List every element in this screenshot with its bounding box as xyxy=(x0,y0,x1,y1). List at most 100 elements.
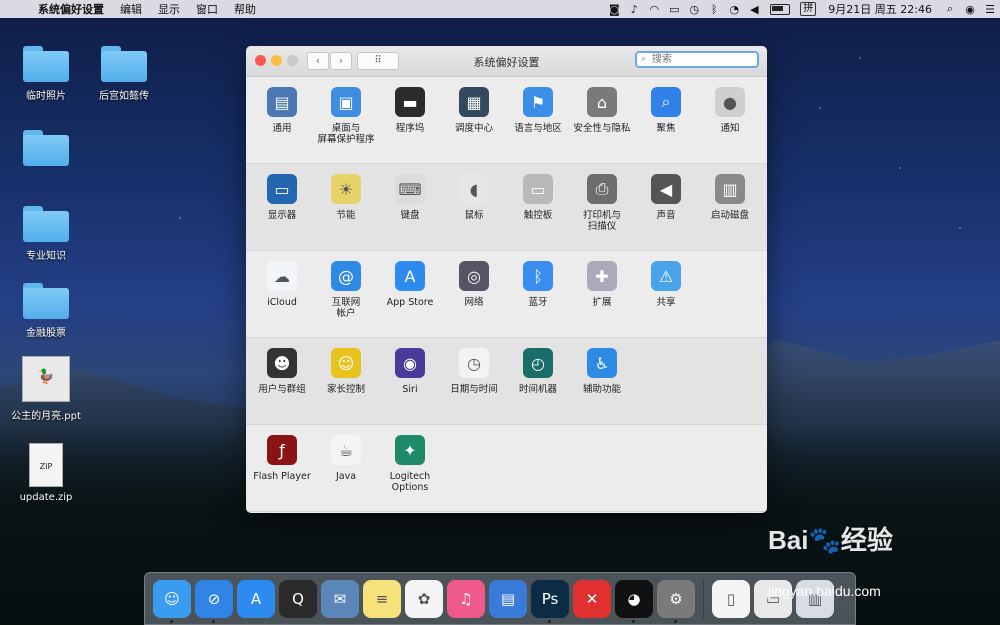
desktop-item[interactable]: ZIP update.zip xyxy=(6,443,86,503)
pref-pane-logitech-options[interactable]: ✦ Logitech Options xyxy=(378,425,442,511)
pref-pane-date-time[interactable]: ◷ 日期与时间 xyxy=(442,338,506,424)
search-field[interactable]: ⌕ xyxy=(635,51,759,68)
pref-pane-accessibility[interactable]: ♿ 辅助功能 xyxy=(570,338,634,424)
pref-pane-sharing[interactable]: ⚠ 共享 xyxy=(634,251,698,337)
airdrop-icon[interactable]: ◠ xyxy=(644,3,664,16)
pref-pane-notifications[interactable]: ● 通知 xyxy=(698,77,762,163)
pref-pane-spotlight[interactable]: ⌕ 聚焦 xyxy=(634,77,698,163)
notes-icon[interactable]: ≡ xyxy=(363,579,401,618)
notifications-icon: ● xyxy=(715,87,745,117)
desktop-item[interactable]: 金融股票 xyxy=(6,283,86,339)
wifi-icon[interactable]: ◔ xyxy=(724,3,744,16)
pref-pane-sound[interactable]: ◀ 声音 xyxy=(634,164,698,250)
trackpad-icon: ▭ xyxy=(523,174,553,204)
safari-icon[interactable]: ⊘ xyxy=(195,579,233,623)
pref-pane-bluetooth[interactable]: ᛒ 蓝牙 xyxy=(506,251,570,337)
menu-item[interactable]: 帮助 xyxy=(226,1,264,17)
pref-pane-icloud[interactable]: ☁ iCloud xyxy=(250,251,314,337)
menu-bar-clock[interactable]: 9月21日 周五 22:46 xyxy=(820,1,940,17)
keynote-icon[interactable]: ▤ xyxy=(489,579,527,618)
document-icon[interactable]: ▯ xyxy=(712,579,750,618)
desktop-item[interactable]: 临时照片 xyxy=(6,46,86,102)
menu-item[interactable]: 窗口 xyxy=(188,1,226,17)
desktop-item[interactable]: 公主的月亮.ppt xyxy=(6,356,86,422)
display-icon[interactable]: ▭ xyxy=(664,3,684,16)
minimize-button[interactable] xyxy=(271,55,282,66)
pref-pane-mouse[interactable]: ◖ 鼠标 xyxy=(442,164,506,250)
desktop-item-label: 后宫如懿传 xyxy=(99,91,149,102)
java-icon: ☕ xyxy=(331,435,361,465)
menu-item[interactable]: 系统偏好设置 xyxy=(30,1,112,17)
desktop-item[interactable] xyxy=(6,130,86,171)
watermark-brand: Bai🐾经验 xyxy=(768,525,893,555)
pref-pane-language[interactable]: ⚑ 语言与地区 xyxy=(506,77,570,163)
date-time-icon: ◷ xyxy=(459,348,489,378)
pref-pane-label: 日期与时间 xyxy=(450,384,498,395)
pref-pane-network[interactable]: ◎ 网络 xyxy=(442,251,506,337)
close-button[interactable] xyxy=(255,55,266,66)
system-preferences-icon[interactable]: ⚙ xyxy=(657,579,695,623)
notification-center-icon[interactable]: ☰ xyxy=(980,3,1000,16)
volume-icon[interactable]: ◀ xyxy=(744,3,764,16)
input-method-indicator[interactable]: 拼 xyxy=(800,2,817,16)
menu-items: 系统偏好设置 编辑 显示 窗口 帮助 xyxy=(30,1,264,17)
pref-pane-label: 共享 xyxy=(656,297,676,308)
menu-item[interactable]: 编辑 xyxy=(112,1,150,17)
pref-pane-dock[interactable]: ▬ 程序坞 xyxy=(378,77,442,163)
pref-pane-internet-accounts[interactable]: @ 互联网 帐户 xyxy=(314,251,378,337)
zoom-button[interactable] xyxy=(287,55,298,66)
pref-pane-users-groups[interactable]: ☻ 用户与群组 xyxy=(250,338,314,424)
photos-icon[interactable]: ✿ xyxy=(405,579,443,618)
running-indicator xyxy=(632,619,635,623)
bluetooth-icon[interactable]: ᛒ xyxy=(704,3,724,16)
pref-pane-extensions[interactable]: ✚ 扩展 xyxy=(570,251,634,337)
pref-pane-printer[interactable]: ⎙ 打印机与 扫描仪 xyxy=(570,164,634,250)
pref-pane-general[interactable]: ▤ 通用 xyxy=(250,77,314,163)
back-button[interactable]: ‹ xyxy=(307,52,329,70)
internet-accounts-icon: @ xyxy=(331,261,361,291)
pref-pane-label: 时间机器 xyxy=(518,384,557,395)
pref-pane-keyboard[interactable]: ⌨ 键盘 xyxy=(378,164,442,250)
folder-icon xyxy=(23,206,69,242)
pref-pane-flash-player[interactable]: ƒ Flash Player xyxy=(250,425,314,511)
desktop-item[interactable]: 后宫如懿传 xyxy=(84,46,164,102)
preview-icon[interactable]: ✉ xyxy=(321,579,359,618)
desktop-item[interactable]: 专业知识 xyxy=(6,206,86,262)
pref-pane-parental-controls[interactable]: ☺ 家长控制 xyxy=(314,338,378,424)
pref-pane-security[interactable]: ⌂ 安全性与隐私 xyxy=(570,77,634,163)
pref-pane-siri[interactable]: ◉ Siri xyxy=(378,338,442,424)
bell-icon[interactable]: ♪ xyxy=(624,3,644,16)
pref-pane-label: 节能 xyxy=(336,210,356,221)
parental-controls-icon: ☺ xyxy=(331,348,361,378)
finder-icon[interactable]: ☺ xyxy=(153,579,191,623)
forward-button[interactable]: › xyxy=(330,52,352,70)
pref-pane-mission-control[interactable]: ▦ 调度中心 xyxy=(442,77,506,163)
timemachine-icon[interactable]: ◷ xyxy=(684,3,704,16)
pref-pane-desktop[interactable]: ▣ 桌面与 屏幕保护程序 xyxy=(314,77,378,163)
stop-icon[interactable]: ◙ xyxy=(604,3,624,16)
search-input[interactable] xyxy=(652,53,752,66)
spotlight-search-icon[interactable]: ⌕ xyxy=(940,2,960,16)
show-all-button[interactable]: ⠿ xyxy=(357,52,399,70)
pref-pane-display[interactable]: ▭ 显示器 xyxy=(250,164,314,250)
pref-pane-startup-disk[interactable]: ▥ 启动磁盘 xyxy=(698,164,762,250)
pref-pane-java[interactable]: ☕ Java xyxy=(314,425,378,511)
pref-pane-time-machine[interactable]: ◴ 时间机器 xyxy=(506,338,570,424)
network-icon: ◎ xyxy=(459,261,489,291)
pref-pane-label: App Store xyxy=(386,297,434,308)
app-store-icon[interactable]: A xyxy=(237,579,275,618)
siri-icon[interactable]: ◉ xyxy=(960,3,980,16)
qq-icon[interactable]: ◕ xyxy=(615,579,653,623)
battery-icon[interactable] xyxy=(770,3,791,15)
photoshop-icon[interactable]: Ps xyxy=(531,579,569,623)
pref-pane-app-store[interactable]: A App Store xyxy=(378,251,442,337)
quicktime-icon[interactable]: Q xyxy=(279,579,317,618)
energy-saver-icon: ☀ xyxy=(331,174,361,204)
pref-pane-energy-saver[interactable]: ☀ 节能 xyxy=(314,164,378,250)
xmind-icon[interactable]: ✕ xyxy=(573,579,611,618)
menu-item[interactable]: 显示 xyxy=(150,1,188,17)
itunes-icon[interactable]: ♫ xyxy=(447,579,485,618)
pref-pane-trackpad[interactable]: ▭ 触控板 xyxy=(506,164,570,250)
users-groups-icon: ☻ xyxy=(267,348,297,378)
sharing-icon: ⚠ xyxy=(651,261,681,291)
